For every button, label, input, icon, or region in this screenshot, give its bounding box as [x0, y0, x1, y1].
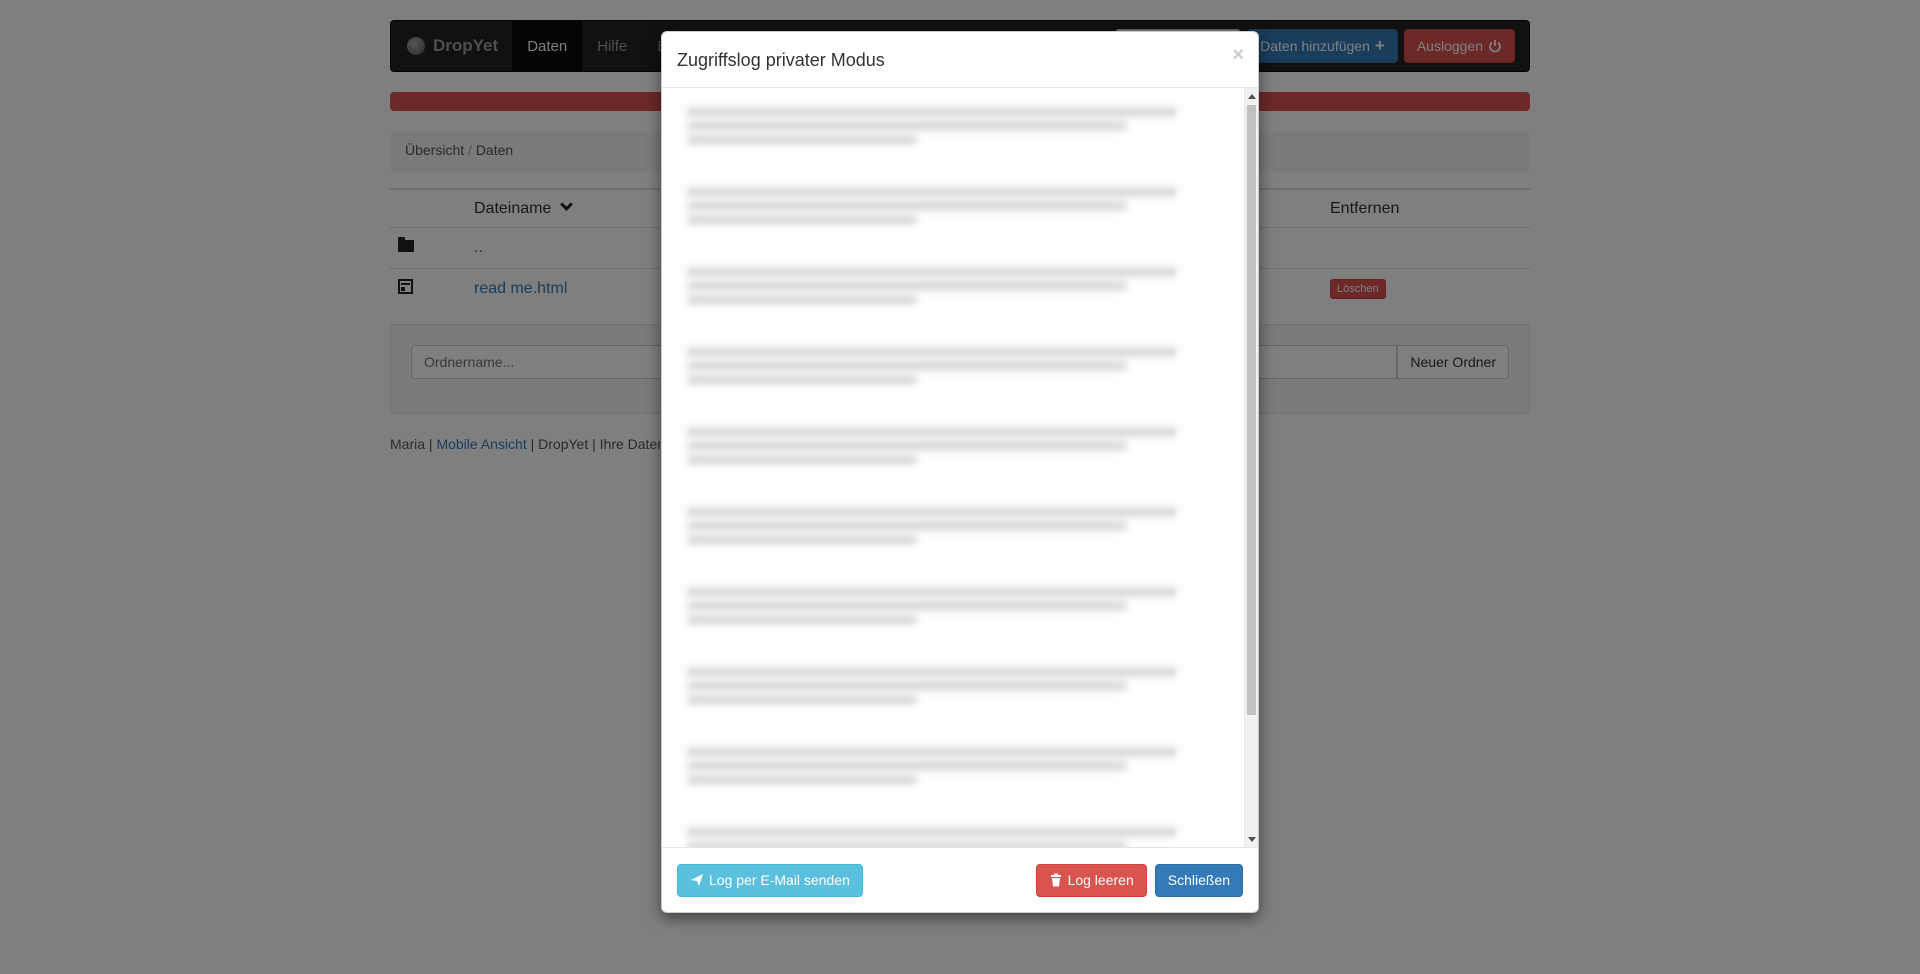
send-icon: [691, 874, 703, 886]
log-entry: [687, 662, 1187, 709]
close-modal-button[interactable]: Schließen: [1154, 863, 1243, 897]
modal-title: Zugriffslog privater Modus: [677, 50, 885, 70]
scroll-up-arrow-icon[interactable]: [1248, 94, 1256, 99]
modal-body: [662, 88, 1258, 848]
log-entry: [687, 422, 1187, 469]
modal-header: Zugriffslog privater Modus ×: [662, 32, 1258, 88]
modal-footer: Log per E-Mail senden Log leeren Schließ…: [662, 847, 1258, 912]
clear-log-label: Log leeren: [1067, 872, 1134, 888]
send-log-email-label: Log per E-Mail senden: [709, 872, 850, 888]
log-scroll-area[interactable]: [672, 88, 1258, 848]
log-entry: [687, 742, 1187, 789]
send-log-email-button[interactable]: Log per E-Mail senden: [677, 863, 863, 897]
log-entry: [687, 502, 1187, 549]
log-content: [672, 88, 1240, 848]
clear-log-button[interactable]: Log leeren: [1035, 863, 1147, 897]
close-icon[interactable]: ×: [1232, 44, 1244, 67]
log-entry: [687, 342, 1187, 389]
log-entry: [687, 822, 1187, 848]
log-entry: [687, 102, 1187, 149]
trash-icon: [1050, 873, 1061, 887]
scroll-thumb[interactable]: [1247, 105, 1256, 715]
scroll-down-arrow-icon[interactable]: [1248, 837, 1256, 842]
page: DropYet Daten Hilfe E Daten hinzufügen +…: [0, 0, 1920, 974]
log-scrollbar[interactable]: [1244, 88, 1258, 848]
log-entry: [687, 582, 1187, 629]
access-log-modal: Zugriffslog privater Modus × Log per E-M…: [661, 31, 1259, 913]
log-entry: [687, 182, 1187, 229]
log-entry: [687, 262, 1187, 309]
